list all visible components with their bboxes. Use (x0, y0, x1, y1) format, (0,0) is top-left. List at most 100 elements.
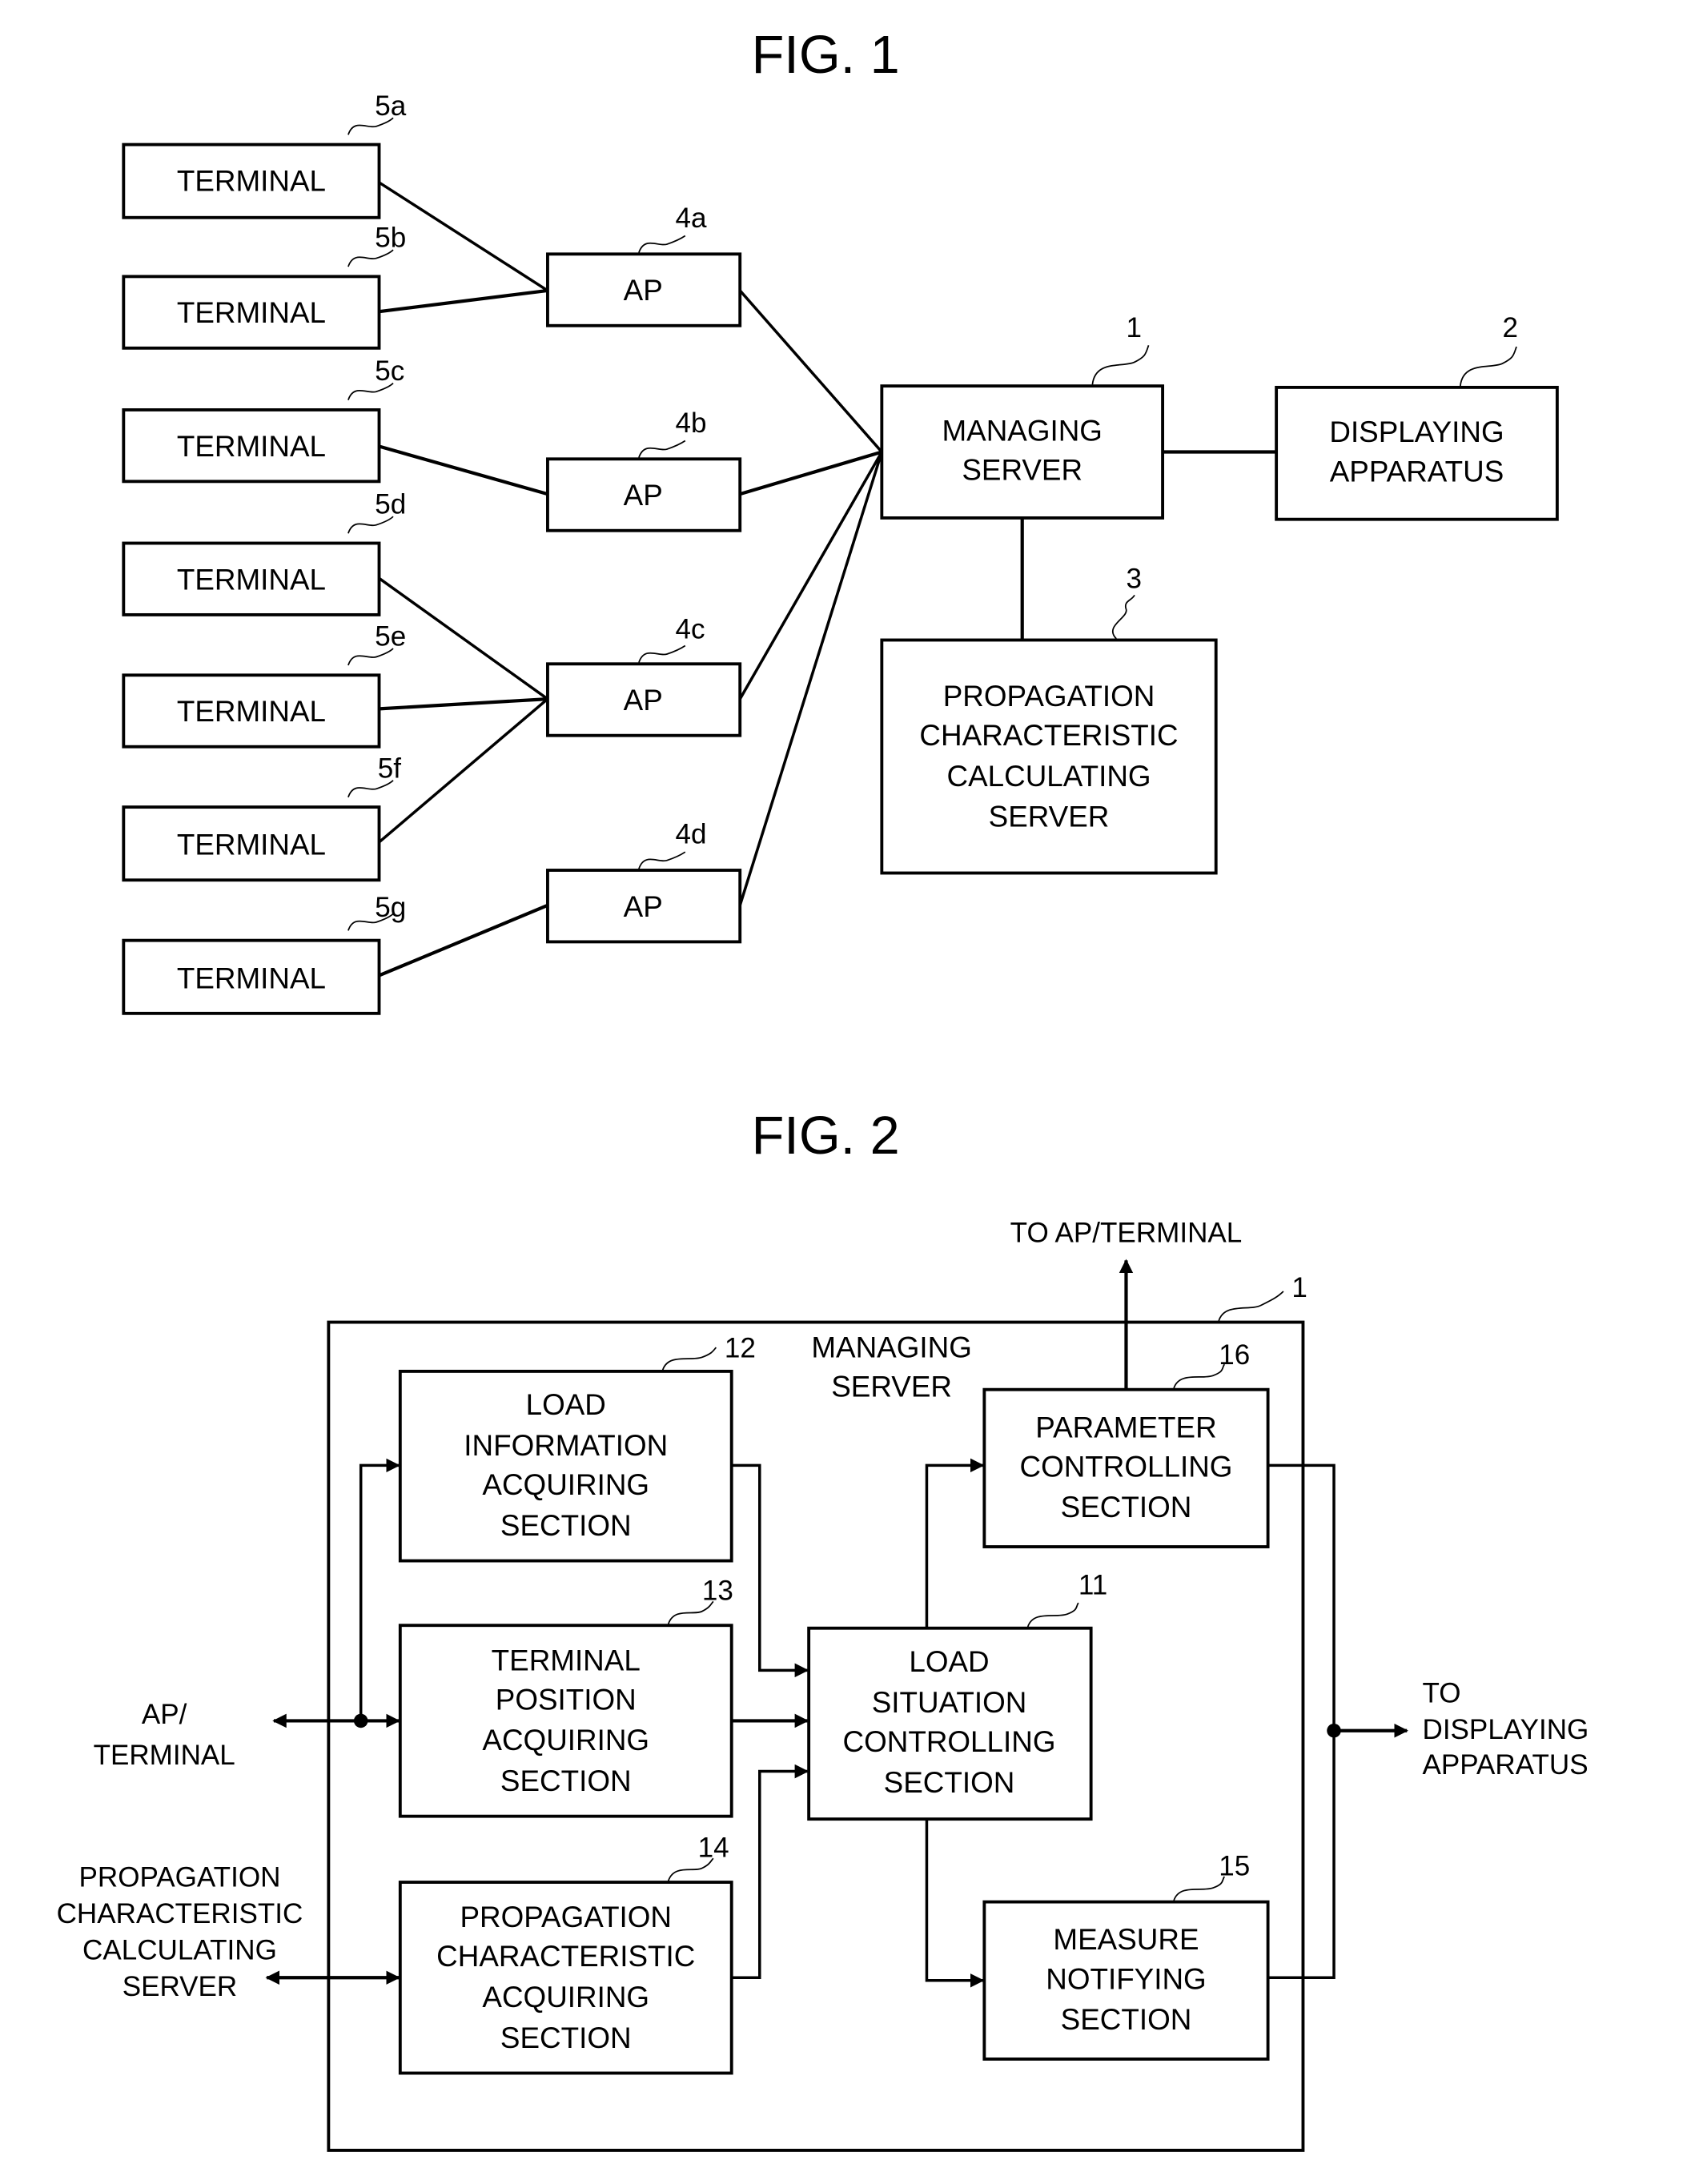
reference-numeral: 5c (375, 355, 404, 387)
reference-numeral: 4a (676, 203, 707, 234)
block-line: SECTION (1061, 1491, 1192, 1524)
link-5e-4c (379, 697, 548, 711)
prop-server-ext-line-1: PROPAGATION (79, 1861, 281, 1893)
displaying-apparatus-line-2: APPARATUS (1330, 455, 1504, 488)
reference-numeral: 14 (698, 1833, 729, 1864)
displaying-apparatus-line-1: DISPLAYING (1329, 416, 1504, 448)
reference-numeral: 2 (1502, 312, 1518, 343)
leader-line (1459, 346, 1517, 387)
block-line: NOTIFYING (1046, 1962, 1206, 1995)
arrow-ap-terminal-to-12 (359, 1458, 400, 1721)
reference-numeral: 5f (378, 753, 401, 784)
leader-line (1111, 594, 1135, 640)
terminal-label: TERMINAL (177, 829, 326, 861)
reference-numeral: 5b (375, 223, 406, 254)
terminal-5f: TERMINAL 5f (122, 753, 401, 882)
block-line: LOAD (909, 1645, 989, 1678)
reference-numeral: 11 (1078, 1570, 1107, 1601)
ap-label: AP (624, 890, 663, 923)
terminal-label: TERMINAL (177, 164, 326, 197)
ap-terminal-line-2: TERMINAL (94, 1740, 235, 1771)
block-line: MEASURE (1053, 1923, 1199, 1956)
propagation-characteristic-acquiring-section: PROPAGATION CHARACTERISTIC ACQUIRING SEC… (398, 1833, 733, 2075)
block-line: SECTION (500, 1509, 632, 1542)
propagation-server-line-3: CALCULATING (947, 760, 1151, 793)
link-5b-4a (379, 288, 548, 314)
reference-numeral: 4d (676, 819, 707, 850)
terminal-label: TERMINAL (177, 695, 326, 728)
reference-numeral: 1 (1126, 312, 1142, 343)
leader-line (638, 644, 686, 663)
reference-numeral: 5e (375, 620, 406, 652)
load-situation-controlling-section: LOAD SITUATION CONTROLLING SECTION 11 (807, 1570, 1107, 1821)
link-5f-4c (378, 697, 549, 844)
leader-line (1091, 345, 1150, 385)
prop-server-ext-line-3: CALCULATING (82, 1934, 277, 1965)
load-information-acquiring-section: LOAD INFORMATION ACQUIRING SECTION 12 (398, 1332, 756, 1563)
prop-server-ext-line-4: SERVER (123, 1971, 238, 2002)
link-5c-4b (378, 444, 548, 496)
managing-server-ref: 1 (1291, 1272, 1307, 1303)
block-line: PARAMETER (1035, 1411, 1216, 1443)
terminal-5b: TERMINAL 5b (122, 223, 406, 350)
arrow-11-to-16 (925, 1458, 985, 1628)
arrow-11-to-15 (925, 1819, 985, 1988)
leader-line (661, 1347, 717, 1371)
prop-server-ext-line-2: CHARACTERISTIC (57, 1898, 303, 1929)
reference-numeral: 4c (676, 614, 705, 645)
block-line: PROPAGATION (460, 1901, 672, 1933)
reference-numeral: 15 (1219, 1850, 1250, 1881)
reference-numeral: 3 (1126, 564, 1142, 595)
managing-server-label-line-2: SERVER (831, 1370, 952, 1403)
bus-16-15-to-display (1267, 1463, 1336, 1980)
managing-server: MANAGING SERVER 1 (880, 312, 1165, 520)
reference-numeral: 13 (702, 1576, 733, 1607)
reference-numeral: 5d (375, 489, 406, 520)
ap-label: AP (624, 684, 663, 717)
block-line: ACQUIRING (482, 1468, 649, 1501)
ap-terminal-line-1: AP/ (142, 1699, 187, 1730)
block-line: SECTION (500, 2021, 632, 2054)
block-line: CHARACTERISTIC (436, 1940, 695, 1973)
terminal-5a: TERMINAL 5a (122, 90, 407, 219)
patent-figures: FIG. 1 TERMINAL 5a TERMINAL 5b TERMINAL … (57, 26, 1589, 2152)
terminal-5d: TERMINAL 5d (122, 489, 406, 616)
arrow-12-to-11 (731, 1463, 809, 1678)
block-line: SECTION (884, 1766, 1015, 1799)
displaying-apparatus: DISPLAYING APPARATUS 2 (1275, 312, 1559, 521)
access-point-4a: AP 4a (546, 203, 742, 327)
propagation-server-box (880, 638, 1218, 875)
block-line: SECTION (500, 1764, 632, 1797)
block-line: TERMINAL (492, 1644, 641, 1676)
propagation-characteristic-calculating-server: PROPAGATION CHARACTERISTIC CALCULATING S… (880, 564, 1218, 875)
reference-numeral: 5g (375, 892, 406, 923)
managing-server-label-line-1: MANAGING (811, 1331, 971, 1363)
figure-1-title: FIG. 1 (752, 26, 900, 85)
leader-line (638, 440, 686, 458)
block-line: SITUATION (872, 1686, 1027, 1719)
terminal-5g: TERMINAL 5g (122, 892, 406, 1015)
reference-numeral: 16 (1219, 1339, 1250, 1371)
reference-numeral: 4b (676, 407, 707, 439)
to-ap-terminal-label: TO AP/TERMINAL (1010, 1218, 1243, 1249)
block-line: ACQUIRING (482, 1724, 649, 1756)
terminal-label: TERMINAL (177, 563, 326, 596)
to-displaying-line-3: APPARATUS (1423, 1749, 1589, 1781)
figure-2: FIG. 2 1 MANAGING SERVER TO AP/TERMINAL … (57, 1106, 1589, 2152)
managing-server-line-1: MANAGING (942, 415, 1102, 448)
access-point-4b: AP 4b (546, 407, 742, 532)
block-line: LOAD (526, 1388, 606, 1421)
reference-numeral: 12 (725, 1332, 756, 1363)
terminal-label: TERMINAL (177, 430, 326, 463)
leader-line (1026, 1602, 1079, 1628)
leader-line (1218, 1291, 1284, 1322)
leader-line (1173, 1363, 1226, 1389)
arrow-14-to-11 (731, 1764, 809, 1980)
managing-server-box (880, 384, 1165, 520)
access-point-4d: AP 4d (546, 819, 742, 944)
block-line: CONTROLLING (1020, 1450, 1233, 1483)
propagation-server-line-2: CHARACTERISTIC (919, 719, 1178, 752)
ap-label: AP (624, 479, 663, 512)
figure-1: FIG. 1 TERMINAL 5a TERMINAL 5b TERMINAL … (122, 26, 1559, 1015)
ap-label: AP (624, 274, 663, 307)
